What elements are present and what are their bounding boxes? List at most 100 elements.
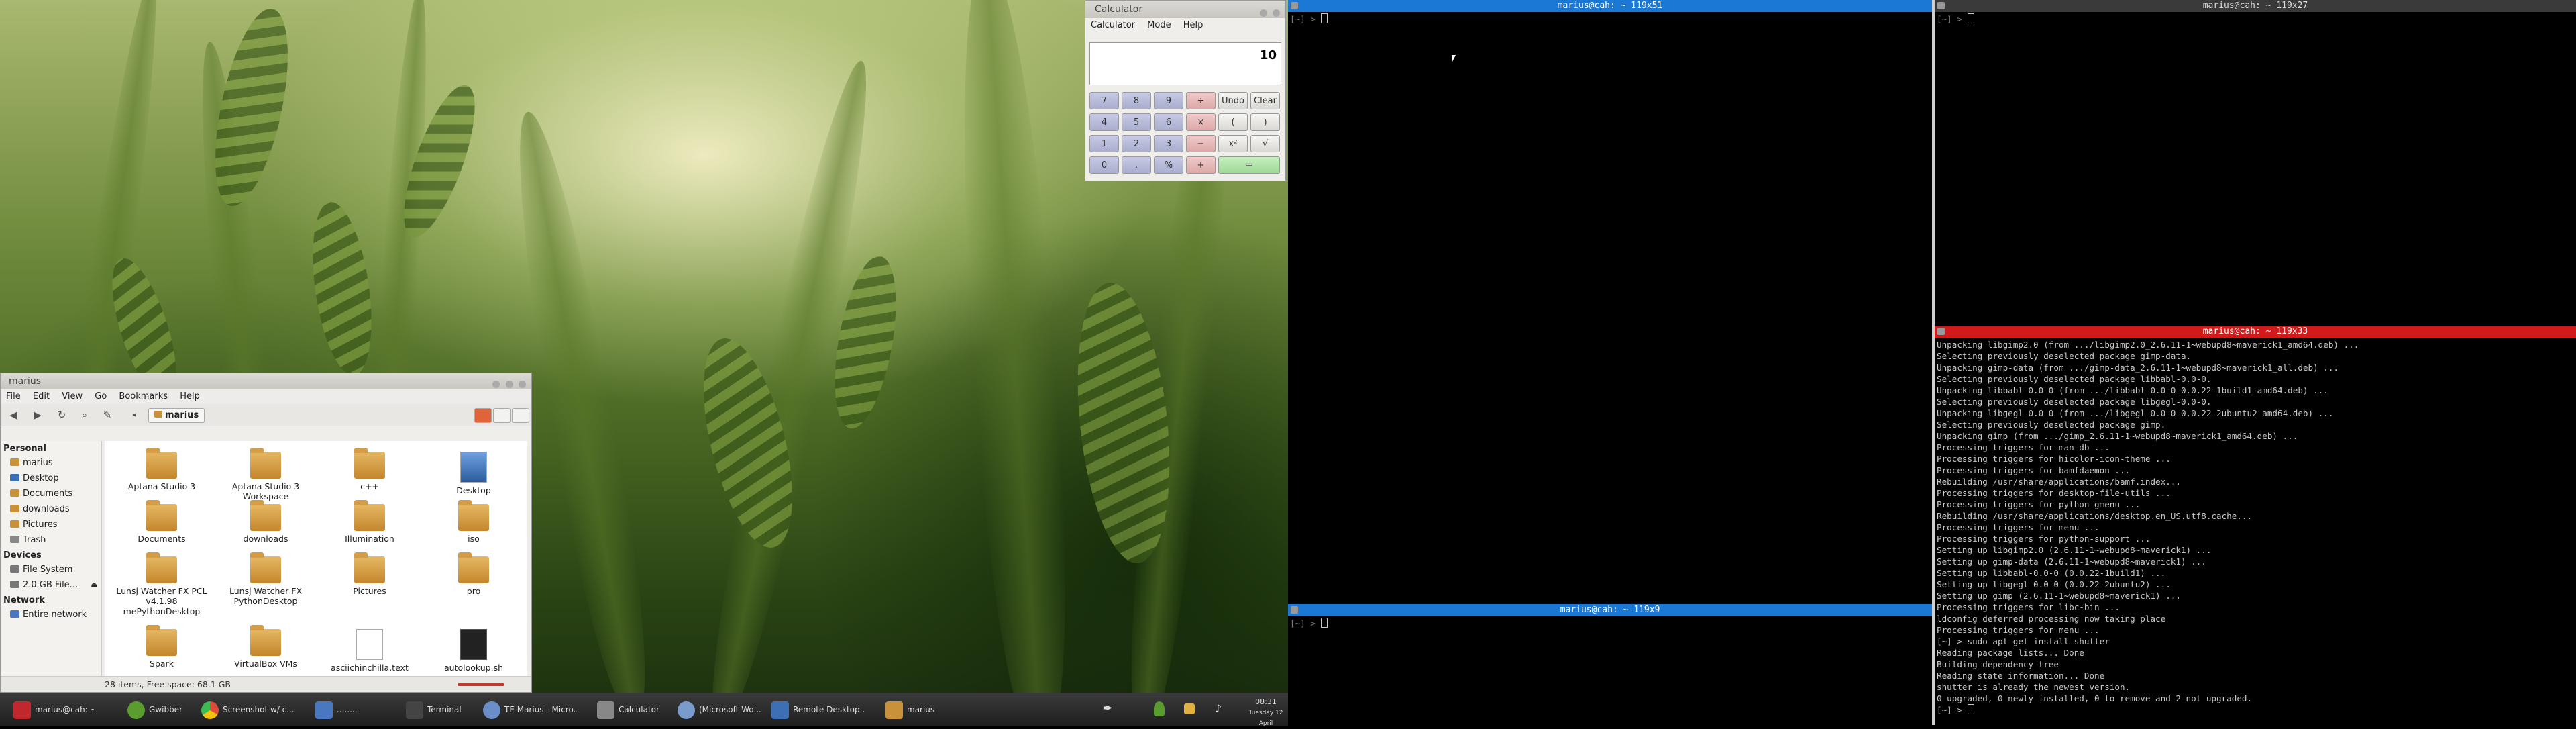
terminal-titlebar[interactable]: marius@cah: ~ 119x51 [1288,0,1932,12]
menu-bookmarks[interactable]: Bookmarks [119,391,168,401]
file-manager-titlebar[interactable]: marius [1,373,531,389]
sidebar-item-entire-network[interactable]: Entire network [1,607,101,622]
task-button-remote-desktop[interactable]: Remote Desktop ... [771,697,865,722]
task-button-calculator[interactable]: Calculator [597,697,671,722]
terminal-window-4[interactable]: marius@cah: ~ 119x33 Unpacking libgimp2.… [1935,326,2576,725]
key-multiply[interactable]: × [1186,113,1216,131]
mail-icon[interactable] [1184,703,1195,714]
key-6[interactable]: 6 [1154,113,1183,131]
menu-edit[interactable]: Edit [33,391,50,401]
key-5[interactable]: 5 [1122,113,1151,131]
sidebar-item-file-system[interactable]: File System [1,562,101,577]
key-square[interactable]: x² [1218,135,1248,152]
menu-mode[interactable]: Mode [1147,20,1171,30]
key-7[interactable]: 7 [1089,92,1119,109]
icon-view-button[interactable] [474,408,492,423]
task-button-file-manager[interactable]: marius [885,697,946,722]
key-add[interactable]: + [1186,156,1216,174]
file-item[interactable]: autolookup.sh [423,629,524,673]
key-8[interactable]: 8 [1122,92,1151,109]
compact-view-button[interactable] [512,408,529,423]
key-subtract[interactable]: − [1186,135,1216,152]
key-divide[interactable]: ÷ [1186,92,1216,109]
task-button-chrome[interactable]: Screenshot w/ c... [201,697,295,722]
terminal-titlebar[interactable]: marius@cah: ~ 119x9 [1288,604,1932,616]
window-controls[interactable] [490,377,526,393]
sidebar-item-desktop[interactable]: Desktop [1,471,101,486]
edit-location-icon[interactable]: ✎ [100,408,115,422]
sidebar-item-downloads[interactable]: downloads [1,501,101,517]
key-3[interactable]: 3 [1154,135,1183,152]
task-button-terminal[interactable]: marius@cah: ~ [13,697,94,722]
file-item[interactable]: Documents [111,500,212,544]
calculator-titlebar[interactable]: Calculator [1085,1,1285,18]
list-view-button[interactable] [493,408,511,423]
task-button-messenger[interactable]: TE Marius - Micro... [483,697,577,722]
minimize-icon[interactable] [492,381,500,388]
key-sqrt[interactable]: √ [1250,135,1280,152]
terminal-body[interactable]: [~] > [1288,12,1932,26]
reload-icon[interactable]: ↻ [54,408,69,422]
key-1[interactable]: 1 [1089,135,1119,152]
terminal-titlebar[interactable]: marius@cah: ~ 119x27 [1935,0,2576,12]
eject-icon[interactable]: ⏏ [91,579,97,591]
key-2[interactable]: 2 [1122,135,1151,152]
update-icon[interactable] [1154,701,1165,716]
task-button-terminal-2[interactable]: Terminal [406,697,473,722]
path-left-icon[interactable]: ◂ [127,408,142,422]
sidebar-item-pictures[interactable]: Pictures [1,517,101,532]
clear-button[interactable]: Clear [1250,92,1280,109]
file-item[interactable]: iso [423,500,524,544]
task-button-gwibber[interactable]: Gwibber [127,697,195,722]
key-9[interactable]: 9 [1154,92,1183,109]
key-close-paren[interactable]: ) [1250,113,1280,131]
key-percent[interactable]: % [1154,156,1183,174]
menu-view[interactable]: View [62,391,83,401]
task-button-word[interactable]: (Microsoft Wo... [678,697,765,722]
task-button-window[interactable]: ........ [315,697,402,722]
key-decimal[interactable]: . [1122,156,1151,174]
key-open-paren[interactable]: ( [1218,113,1248,131]
close-icon[interactable] [519,381,526,388]
file-item[interactable]: downloads [215,500,316,544]
pen-icon[interactable]: ✒ [1100,701,1115,716]
sidebar-item-marius[interactable]: marius [1,455,101,471]
terminal-titlebar[interactable]: marius@cah: ~ 119x33 [1935,326,2576,338]
menu-help[interactable]: Help [180,391,200,401]
minimize-icon[interactable] [1259,9,1267,17]
sidebar-item-trash[interactable]: Trash [1,532,101,548]
terminal-body[interactable]: [~] > [1288,616,1932,630]
file-item[interactable]: Illumination [319,500,420,544]
file-item[interactable]: Aptana Studio 3 Workspace [215,448,316,501]
clock[interactable]: 08:31 Tuesday 12 April [1244,697,1287,729]
menu-calculator[interactable]: Calculator [1091,20,1135,30]
terminal-window-1[interactable]: marius@cah: ~ 119x51 [~] > [1288,0,1932,604]
file-item[interactable]: asciichinchilla.text [319,629,420,673]
file-item[interactable]: Aptana Studio 3 [111,448,212,491]
undo-button[interactable]: Undo [1218,92,1248,109]
breadcrumb-home[interactable]: marius [148,408,205,423]
zoom-slider[interactable] [458,683,504,686]
window-controls[interactable] [1257,5,1280,23]
file-item[interactable]: Lunsj Watcher FX PCL v4.1.98 mePythonDes… [111,552,212,616]
file-item[interactable]: Pictures [319,552,420,596]
terminal-output[interactable]: Unpacking libgimp2.0 (from .../libgimp2.… [1935,338,2576,717]
file-item[interactable]: Spark [111,625,212,669]
close-icon[interactable] [1273,9,1280,17]
terminal-window-2[interactable]: marius@cah: ~ 119x27 [~] > [1935,0,2576,324]
terminal-window-3[interactable]: marius@cah: ~ 119x9 [~] > [1288,604,1932,725]
sidebar-item-documents[interactable]: Documents [1,486,101,501]
sidebar-item-volume[interactable]: 2.0 GB File... ⏏ [1,577,101,593]
terminal-body[interactable]: [~] > [1935,12,2576,26]
file-item[interactable]: Lunsj Watcher FX PythonDesktop [215,552,316,606]
file-item[interactable]: c++ [319,448,420,491]
file-item[interactable]: VirtualBox VMs [215,625,316,669]
forward-icon[interactable]: ▶ [30,408,45,422]
maximize-icon[interactable] [505,381,513,388]
key-equals[interactable]: = [1218,156,1280,174]
menu-help[interactable]: Help [1183,20,1203,30]
file-item[interactable]: pro [423,552,524,596]
volume-icon[interactable]: ♪ [1211,701,1226,716]
key-0[interactable]: 0 [1089,156,1119,174]
key-4[interactable]: 4 [1089,113,1119,131]
